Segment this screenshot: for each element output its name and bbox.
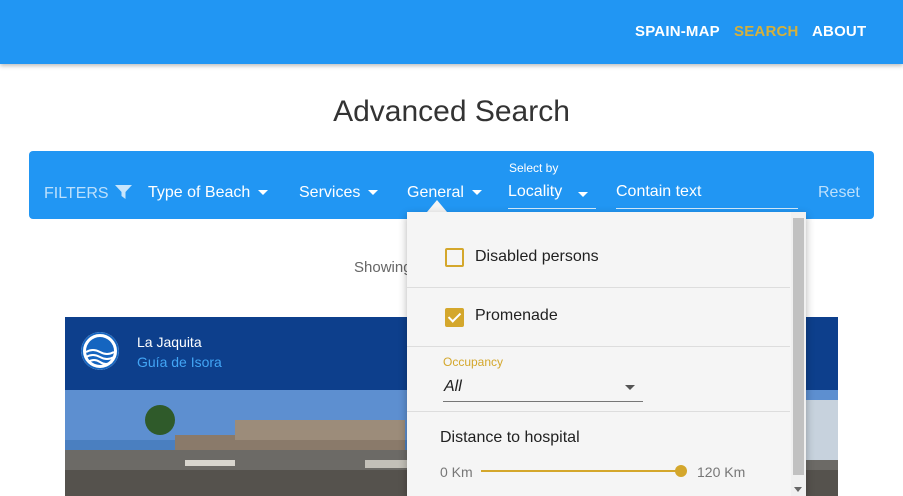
nav-search[interactable]: SEARCH [734, 23, 799, 40]
general-label: General [407, 184, 464, 201]
contain-text-input[interactable]: Contain text [616, 181, 798, 209]
chevron-down-icon [578, 192, 588, 197]
occupancy-label: Occupancy [443, 355, 504, 369]
nav-spain-map[interactable]: SPAIN-MAP [635, 23, 720, 40]
reset-button[interactable]: Reset [818, 184, 860, 202]
disabled-persons-checkbox[interactable] [445, 248, 464, 267]
slider-min-label: 0 Km [440, 464, 473, 480]
promenade-checkbox[interactable] [445, 308, 464, 327]
page-title: Advanced Search [333, 95, 570, 128]
general-dropdown: Disabled persons Promenade Occupancy All… [407, 212, 806, 496]
dropdown-scrollbar[interactable] [791, 212, 806, 496]
chevron-down-icon [471, 190, 482, 196]
services-menu[interactable]: Services [299, 184, 379, 202]
option-disabled-persons[interactable]: Disabled persons [407, 212, 790, 288]
slider-thumb[interactable] [675, 465, 687, 477]
beach-name: La Jaquita [137, 334, 202, 350]
disabled-persons-label: Disabled persons [475, 248, 599, 265]
select-by-dropdown[interactable]: Locality [508, 181, 596, 209]
promenade-label: Promenade [475, 307, 558, 324]
select-by-label: Select by [509, 161, 559, 175]
select-by-value: Locality [508, 183, 563, 200]
scroll-down-arrow-icon[interactable] [794, 487, 802, 492]
chevron-down-icon [368, 190, 379, 196]
type-of-beach-menu[interactable]: Type of Beach [148, 184, 269, 202]
contain-text-placeholder: Contain text [616, 183, 702, 200]
slider-max-label: 120 Km [697, 464, 746, 480]
filter-icon [115, 185, 133, 199]
occupancy-value: All [444, 378, 462, 395]
app-bar: SPAIN-MAP SEARCH ABOUT [0, 0, 903, 64]
dropdown-pointer [427, 200, 447, 212]
beach-municipality[interactable]: Guía de Isora [137, 354, 222, 370]
scrollbar-thumb[interactable] [793, 218, 804, 475]
filters-label-text: FILTERS [44, 185, 109, 202]
distance-slider[interactable] [481, 465, 687, 477]
results-count: Showing [354, 259, 412, 276]
filter-bar: FILTERS Type of Beach Services General S… [29, 151, 874, 219]
blue-flag-icon [81, 332, 119, 370]
nav-about[interactable]: ABOUT [812, 23, 866, 40]
chevron-down-icon [625, 385, 635, 390]
option-promenade[interactable]: Promenade [407, 288, 790, 347]
chevron-down-icon [258, 190, 269, 196]
occupancy-select[interactable]: All [443, 374, 643, 402]
filters-label: FILTERS [44, 185, 133, 203]
distance-label: Distance to hospital [440, 429, 580, 446]
type-of-beach-label: Type of Beach [148, 184, 251, 201]
services-label: Services [299, 184, 361, 201]
check-icon [447, 309, 462, 323]
